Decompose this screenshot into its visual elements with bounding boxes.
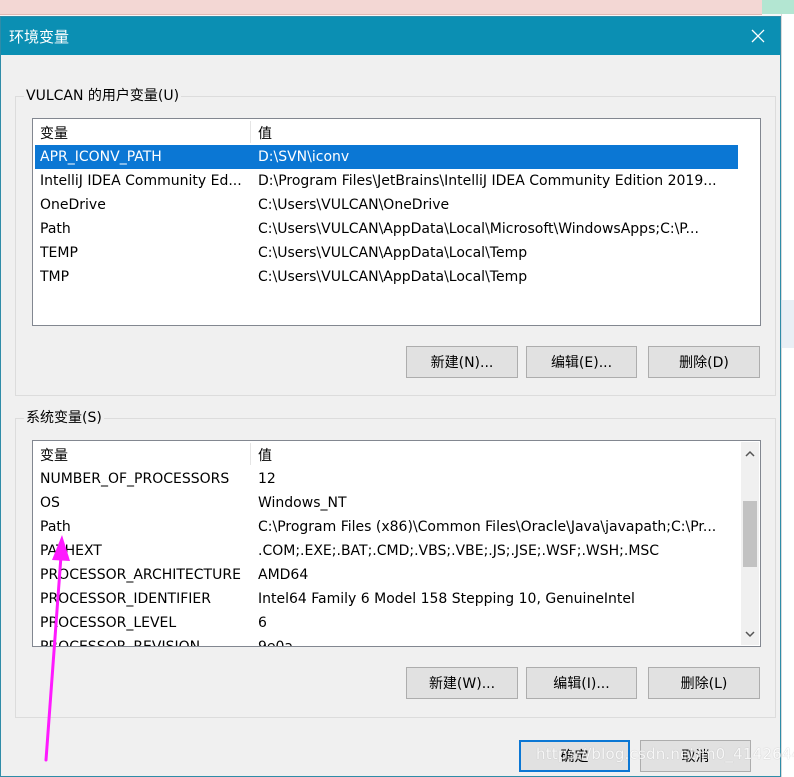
watermark-text: https://blog.csdn.net/m0_41426449 (536, 745, 794, 763)
arrow-up-annotation-icon (44, 535, 70, 762)
